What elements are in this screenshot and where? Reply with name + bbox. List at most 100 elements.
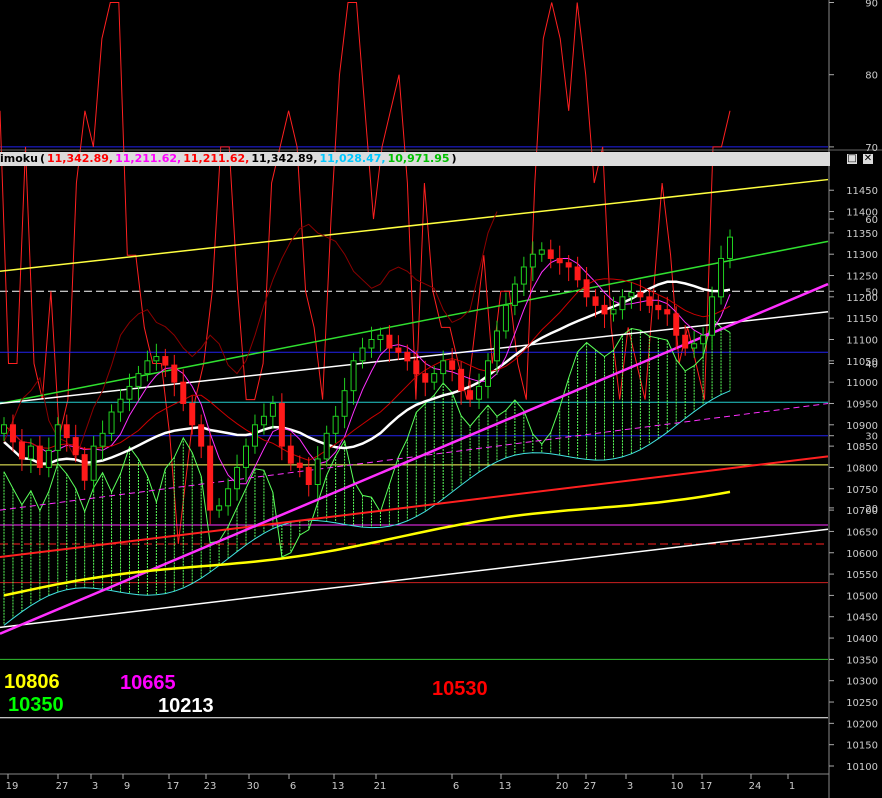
candle-body: [682, 334, 689, 349]
candle-body: [36, 445, 43, 468]
candle-body: [314, 458, 321, 486]
candle-body: [377, 334, 384, 340]
x-tick-label: 9: [124, 781, 130, 792]
x-tick-label: 21: [374, 781, 387, 792]
x-tick-label: 30: [247, 781, 260, 792]
price-tick-label: 11000: [846, 378, 878, 389]
x-tick-label: 23: [204, 781, 217, 792]
channel-yellow-line: [0, 178, 829, 273]
x-tick-label: 27: [56, 781, 69, 792]
candle-body: [117, 398, 124, 413]
candle-body: [431, 373, 438, 383]
candle-body: [440, 360, 447, 375]
price-tick-label: 10450: [846, 613, 878, 624]
rsi-tick-label: 90: [865, 0, 878, 10]
candle-body: [81, 454, 88, 481]
close-button[interactable]: ✕: [862, 153, 874, 165]
x-tick-label: 3: [627, 781, 633, 792]
candle-body: [278, 402, 285, 447]
price-tick-label: 11350: [846, 229, 878, 240]
candle-body: [467, 390, 474, 400]
candle-body: [538, 249, 545, 255]
level-label-10350: 10350: [8, 694, 64, 716]
candle-body: [511, 283, 518, 306]
level-label-10530: 10530: [432, 678, 488, 700]
candle-body: [404, 351, 411, 362]
x-tick-label: 10: [671, 781, 684, 792]
price-tick-label: 11450: [846, 186, 878, 197]
candle-body: [691, 343, 698, 349]
chikou-line: [3, 211, 498, 461]
x-tick-label: 3: [92, 781, 98, 792]
rsi-tick-label: 80: [865, 71, 878, 82]
price-tick-label: 11400: [846, 208, 878, 219]
candle-body: [108, 411, 115, 434]
price-tick-label: 10250: [846, 698, 878, 709]
candle-body: [565, 262, 572, 268]
candle-body: [413, 360, 420, 375]
ichimoku-cloud: [3, 317, 731, 626]
level-label-10806: 10806: [4, 671, 60, 693]
candle-body: [72, 437, 79, 456]
price-tick-label: 11150: [846, 314, 878, 325]
price-tick-label: 10300: [846, 677, 878, 688]
x-tick-label: 17: [167, 781, 180, 792]
candle-body: [422, 373, 429, 383]
candle-body: [305, 466, 312, 486]
candle-body: [260, 415, 267, 426]
title-open-paren: (: [39, 152, 45, 165]
candle-body: [323, 432, 330, 460]
candle-body: [332, 415, 339, 434]
candle-body: [171, 364, 178, 383]
indicator-value-4: 11,342.89,: [251, 152, 318, 165]
price-tick-label: 10550: [846, 570, 878, 581]
candle-body: [162, 356, 169, 366]
price-tick-label: 10800: [846, 463, 878, 474]
candle-body: [673, 313, 680, 336]
candle-body: [189, 402, 196, 426]
candle-body: [386, 334, 393, 349]
candle-body: [476, 385, 483, 400]
candle-body: [592, 296, 599, 306]
candle-body: [341, 390, 348, 417]
indicator-value-3: 11,211.62,: [183, 152, 250, 165]
candle-body: [99, 432, 106, 447]
indicator-value-5: 11,028.47,: [319, 152, 386, 165]
candle-body: [529, 253, 536, 268]
candle-body: [485, 360, 491, 387]
title-close-paren: ): [451, 152, 457, 165]
candle-body: [225, 488, 232, 507]
candle-body: [628, 292, 635, 298]
candle-body: [269, 402, 276, 417]
candle-body: [216, 505, 223, 511]
indicator-value-6: 10,971.95: [387, 152, 450, 165]
x-tick-label: 6: [290, 781, 296, 792]
indicator-value-2: 11,211.62,: [115, 152, 182, 165]
candle-body: [637, 292, 644, 298]
price-tick-label: 10400: [846, 634, 878, 645]
price-tick-label: 10150: [846, 741, 878, 752]
candle-body: [655, 304, 662, 311]
price-tick-label: 10200: [846, 719, 878, 730]
candle-body: [601, 304, 608, 315]
trend-red-line: [0, 455, 829, 559]
candle-body: [610, 309, 617, 315]
price-tick-label: 11100: [846, 336, 878, 347]
candle-body: [664, 309, 671, 315]
price-tick-label: 10100: [846, 762, 878, 773]
senkou-span-b: [3, 317, 731, 558]
maximize-button[interactable]: □: [846, 153, 858, 165]
candle-body: [234, 466, 241, 490]
x-tick-label: 1: [789, 781, 795, 792]
candle-body: [90, 445, 97, 481]
rsi-tick-label: 30: [865, 432, 878, 443]
price-tick-label: 10750: [846, 485, 878, 496]
candle-body: [45, 449, 52, 468]
candle-body: [359, 347, 366, 362]
candle-body: [350, 360, 357, 392]
x-tick-label: 13: [332, 781, 345, 792]
price-tick-label: 10700: [846, 506, 878, 517]
candle-body: [251, 424, 258, 447]
level-label-10665: 10665: [120, 672, 176, 694]
candle-body: [296, 462, 303, 468]
